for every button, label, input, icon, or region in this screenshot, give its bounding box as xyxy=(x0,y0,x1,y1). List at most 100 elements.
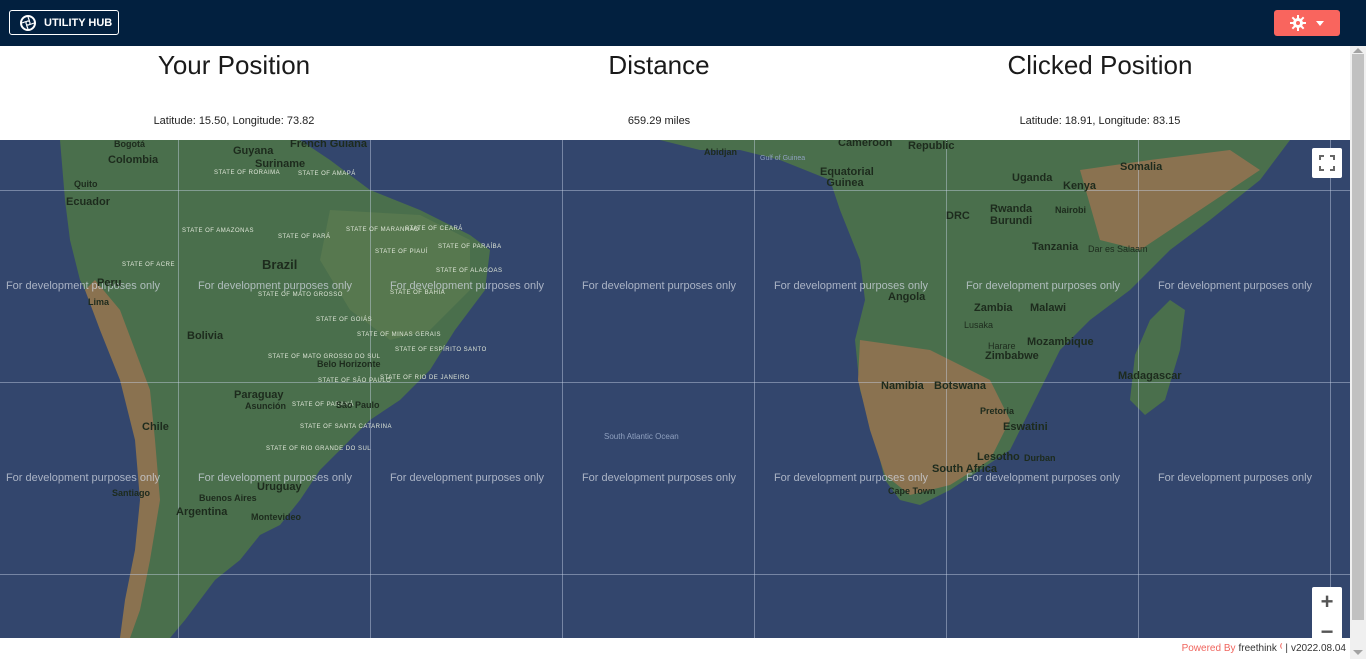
map-label: STATE OF AMAZONAS xyxy=(182,228,254,234)
dev-watermark: For development purposes only xyxy=(5,472,161,484)
map-label: Peru xyxy=(97,277,122,289)
map-label: Rwanda xyxy=(990,203,1033,215)
your-position-title: Your Position xyxy=(157,50,311,80)
map-label: Angola xyxy=(888,291,926,303)
map-label: STATE OF MATO GROSSO xyxy=(258,292,343,298)
clicked-position-section: Clicked Position Latitude: 18.91, Longit… xyxy=(875,46,1325,140)
map-label: STATE OF SANTA CATARINA xyxy=(300,424,392,430)
map-label: Montevideo xyxy=(251,512,302,522)
map-label: Eswatini xyxy=(1003,421,1048,433)
map-label: São Paulo xyxy=(336,400,380,410)
map-terrain xyxy=(60,140,1290,638)
map-label: Suriname xyxy=(255,158,306,170)
scroll-down-arrow-icon[interactable] xyxy=(1353,650,1363,655)
your-position-value: Latitude: 15.50, Longitude: 73.82 xyxy=(153,115,315,127)
map-label: French Guiana xyxy=(290,140,368,150)
map-label: Paraguay xyxy=(234,389,284,401)
grid-line xyxy=(370,140,371,638)
dev-watermark: For development purposes only xyxy=(5,280,161,292)
footer-separator: | xyxy=(1285,643,1288,654)
map-label: Dar es Salaam xyxy=(1088,244,1148,254)
map-label: Lesotho xyxy=(977,451,1020,463)
fullscreen-icon xyxy=(1319,155,1335,171)
map-label: Nairobi xyxy=(1055,205,1087,215)
distance-title: Distance xyxy=(608,50,710,80)
distance-value: 659.29 miles xyxy=(627,115,691,127)
map-label: STATE OF PIAUÍ xyxy=(375,249,428,255)
map-label: Lusaka xyxy=(964,320,994,330)
map-canvas[interactable]: For development purposes only For develo… xyxy=(0,140,1350,638)
map-label: STATE OF AMAPÁ xyxy=(298,171,356,177)
map-label: DRC xyxy=(946,210,970,222)
map-label: Zimbabwe xyxy=(985,350,1039,362)
map-label: Madagascar xyxy=(1118,370,1182,382)
map-label: Buenos Aires xyxy=(199,493,257,503)
map-label: Colombia xyxy=(108,154,159,166)
map-label: STATE OF MINAS GERAIS xyxy=(357,332,441,338)
company-link[interactable]: freethink xyxy=(1239,643,1277,654)
grid-line xyxy=(754,140,755,638)
map-label: Uruguay xyxy=(257,481,302,493)
aperture-logo-icon xyxy=(20,14,36,31)
map-label: Equatorial Guinea xyxy=(820,166,874,189)
map-label: Bolivia xyxy=(187,330,224,342)
grid-line xyxy=(1330,140,1331,638)
map-label: Quito xyxy=(74,179,98,189)
freethink-logo-icon: ⁽ xyxy=(1279,643,1283,654)
map-label: STATE OF ACRE xyxy=(122,262,175,268)
zoom-in-button[interactable]: + xyxy=(1312,587,1342,617)
grid-line xyxy=(178,140,179,638)
map-label: Chile xyxy=(142,421,169,433)
grid-line xyxy=(0,190,1350,191)
map-label: STATE OF RIO GRANDE DO SUL xyxy=(266,446,372,452)
settings-dropdown-button[interactable] xyxy=(1274,10,1340,36)
map-label: STATE OF GOIÁS xyxy=(316,317,373,323)
map-label: Lima xyxy=(88,297,110,307)
zoom-out-button[interactable]: − xyxy=(1312,617,1342,638)
map-label: Namibia xyxy=(881,380,924,392)
map-label: STATE OF ALAGOAS xyxy=(436,268,503,274)
map-label: Burundi xyxy=(990,215,1033,227)
map-label: Botswana xyxy=(934,380,986,392)
map-label: Kenya xyxy=(1063,180,1097,192)
brand-button[interactable]: UTILITY HUB xyxy=(9,10,119,35)
map-label: Guyana xyxy=(233,145,274,157)
grid-line xyxy=(0,382,1350,383)
vertical-scrollbar[interactable] xyxy=(1350,46,1366,659)
map-label: South Atlantic Ocean xyxy=(604,432,679,441)
version-label: v2022.08.04 xyxy=(1290,643,1346,654)
map-label: Belo Horizonte xyxy=(317,359,381,369)
map-label: STATE OF ESPÍRITO SANTO xyxy=(395,347,487,353)
scroll-up-arrow-icon[interactable] xyxy=(1353,48,1363,53)
grid-line xyxy=(1138,140,1139,638)
map-label: Abidjan xyxy=(704,147,737,157)
fullscreen-button[interactable] xyxy=(1312,148,1342,178)
map-label: Durban xyxy=(1024,453,1056,463)
powered-by-label: Powered By xyxy=(1181,643,1236,654)
map-label: Mozambique xyxy=(1027,336,1094,348)
dev-watermark: For development purposes only xyxy=(1157,280,1313,292)
map-label: STATE OF CEARÁ xyxy=(405,226,463,232)
clicked-position-value: Latitude: 18.91, Longitude: 83.15 xyxy=(1019,115,1181,127)
map-label: Brazil xyxy=(262,257,298,272)
map-label: STATE OF PARAÍBA xyxy=(438,244,502,250)
map-label: Republic xyxy=(908,140,955,152)
map-label: Zambia xyxy=(974,302,1013,314)
zoom-controls: + − xyxy=(1312,587,1342,638)
caret-down-icon xyxy=(1316,20,1324,26)
dev-watermark: For development purposes only xyxy=(581,472,737,484)
dev-watermark: For development purposes only xyxy=(581,280,737,292)
clicked-position-title: Clicked Position xyxy=(1007,50,1193,80)
map-label: Malawi xyxy=(1030,302,1067,314)
map-label: STATE OF PARÁ xyxy=(278,234,331,240)
map-label: Asunción xyxy=(245,401,287,411)
map-label: Tanzania xyxy=(1032,241,1079,253)
map-label: Cape Town xyxy=(888,486,936,496)
map-label: Somalia xyxy=(1120,161,1163,173)
dev-watermark: For development purposes only xyxy=(389,472,545,484)
scrollbar-thumb[interactable] xyxy=(1352,54,1364,620)
map-label: STATE OF RIO DE JANEIRO xyxy=(380,375,470,381)
map-label: Bogotá xyxy=(114,140,145,149)
dev-watermark: For development purposes only xyxy=(773,472,929,484)
map-label: STATE OF BAHIA xyxy=(390,290,446,296)
